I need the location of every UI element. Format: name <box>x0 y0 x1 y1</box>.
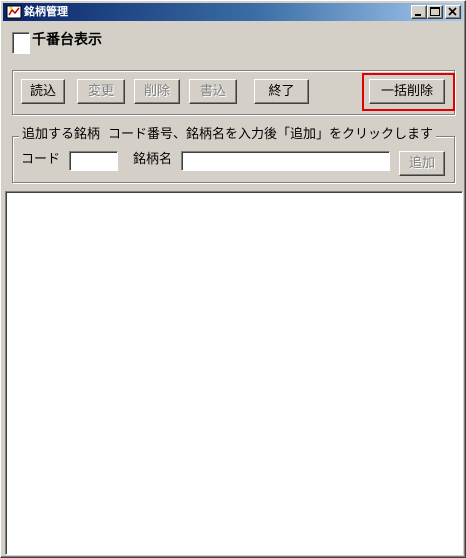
title-bar[interactable]: 銘柄管理 <box>3 3 463 21</box>
delete-button[interactable]: 削除 <box>134 79 180 104</box>
close-button[interactable] <box>445 5 461 19</box>
close-icon <box>448 7 457 16</box>
thousands-label[interactable]: 千番台表示 <box>32 31 102 49</box>
main-window: 銘柄管理 千番台表示 読込 変更 削除 書込 終了 一括削除 追加する銘柄 コード… <box>0 0 466 558</box>
add-button[interactable]: 追加 <box>399 151 445 176</box>
change-button[interactable]: 変更 <box>77 79 125 104</box>
name-input[interactable] <box>181 151 390 171</box>
code-input[interactable] <box>69 151 118 171</box>
bulk-delete-button[interactable]: 一括削除 <box>369 79 445 104</box>
stock-list[interactable] <box>5 191 463 555</box>
exit-button[interactable]: 終了 <box>254 79 309 104</box>
minimize-button[interactable] <box>411 5 427 19</box>
app-icon[interactable] <box>6 4 22 20</box>
load-button[interactable]: 読込 <box>21 79 65 104</box>
maximize-icon <box>430 7 440 16</box>
add-group-legend: 追加する銘柄 コード番号、銘柄名を入力後「追加」をクリックします <box>19 127 437 143</box>
add-group-hint: コード番号、銘柄名を入力後「追加」をクリックします <box>108 127 434 142</box>
write-button[interactable]: 書込 <box>189 79 237 104</box>
name-label: 銘柄名 <box>133 152 173 167</box>
minimize-icon <box>415 14 421 16</box>
code-label: コード <box>21 152 61 167</box>
maximize-button[interactable] <box>427 5 443 19</box>
add-group-title: 追加する銘柄 <box>22 127 101 142</box>
window-title: 銘柄管理 <box>24 5 68 18</box>
thousands-checkbox[interactable] <box>12 32 30 54</box>
